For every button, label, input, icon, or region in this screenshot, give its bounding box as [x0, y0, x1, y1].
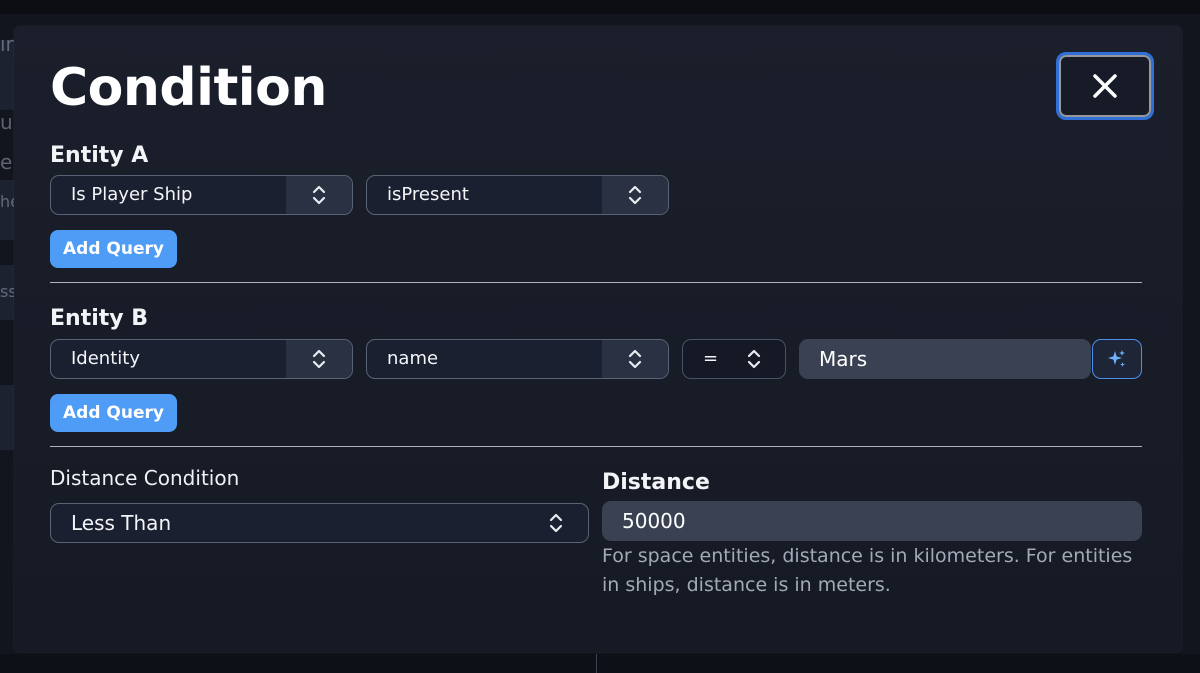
- entity-b-operator-select[interactable]: =: [682, 339, 786, 379]
- background-text: e: [0, 150, 13, 174]
- distance-helper-text: For space entities, distance is in kilom…: [602, 545, 1133, 596]
- entity-b-value-picker-button[interactable]: [1092, 339, 1142, 379]
- distance-input[interactable]: 50000: [602, 501, 1142, 541]
- select-value: isPresent: [387, 184, 469, 205]
- entity-b-field-select[interactable]: name: [366, 339, 669, 379]
- distance-condition-label: Distance Condition: [50, 466, 240, 490]
- select-value: Identity: [71, 348, 140, 369]
- chevron-up-down-icon: [602, 176, 668, 214]
- sparkle-icon: [1108, 350, 1125, 367]
- chevron-up-down-icon: [602, 340, 668, 378]
- entity-a-add-query-button[interactable]: Add Query: [50, 230, 177, 268]
- close-x-icon: [1093, 74, 1117, 98]
- chevron-up-down-icon: [524, 504, 588, 542]
- select-value: Less Than: [71, 511, 172, 535]
- chevron-up-down-icon: [286, 340, 352, 378]
- entity-b-value-input[interactable]: Mars: [799, 339, 1091, 379]
- background-text: u: [0, 110, 13, 134]
- entity-a-query-type-select[interactable]: Is Player Ship: [50, 175, 353, 215]
- background-divider: [596, 654, 597, 673]
- close-button[interactable]: [1056, 52, 1154, 120]
- background-text: ır: [0, 32, 14, 56]
- select-value: =: [703, 348, 719, 369]
- entity-b-label: Entity B: [50, 306, 149, 331]
- select-value: name: [387, 348, 439, 369]
- entity-b-add-query-button[interactable]: Add Query: [50, 394, 177, 432]
- background-topbar: [0, 0, 1200, 14]
- section-divider: [50, 446, 1142, 447]
- chevron-up-down-icon: [723, 340, 785, 378]
- entity-a-label: Entity A: [50, 143, 149, 168]
- entity-a-query-value-select[interactable]: isPresent: [366, 175, 669, 215]
- section-divider: [50, 282, 1142, 283]
- background-strip: [0, 385, 14, 450]
- entity-b-query-type-select[interactable]: Identity: [50, 339, 353, 379]
- modal-title: Condition: [50, 58, 327, 118]
- distance-condition-select[interactable]: Less Than: [50, 503, 589, 543]
- distance-label: Distance: [602, 470, 710, 495]
- chevron-up-down-icon: [286, 176, 352, 214]
- select-value: Is Player Ship: [71, 184, 193, 205]
- condition-modal: Condition Entity A Is Player Ship isPres…: [14, 26, 1182, 652]
- background-bottom: [0, 654, 1200, 673]
